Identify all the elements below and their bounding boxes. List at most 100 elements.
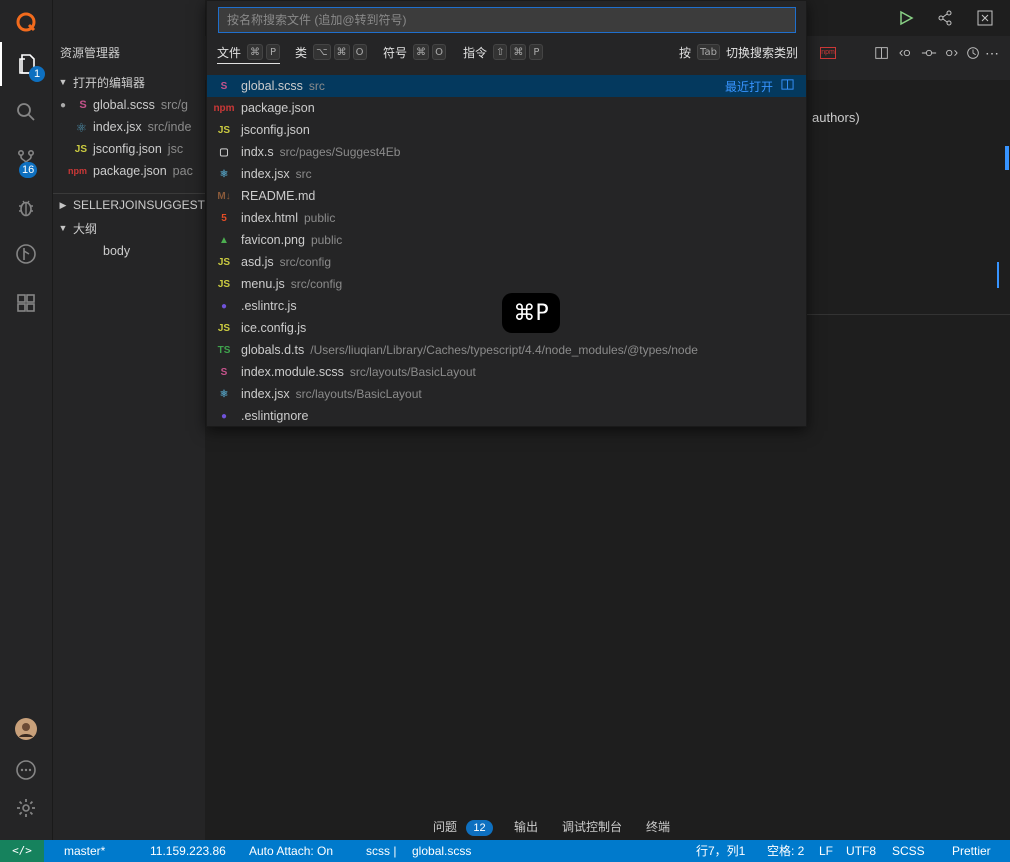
open-editor-item[interactable]: npm package.json pac [53,160,205,182]
key-cap: Tab [697,44,720,60]
npm-icon: npm [820,47,836,59]
result-desc: public [310,233,343,247]
extensions-icon[interactable] [0,281,52,325]
result-row[interactable]: M↓ README.md [207,185,806,207]
image-icon: ▲ [219,234,229,246]
filter-classes[interactable]: 类 ⌥ ⌘ O [295,41,367,63]
result-row[interactable]: TS globals.d.ts/Users/liuqian/Library/Cac… [207,339,806,361]
result-name: index.jsx [241,387,290,401]
commit-icon[interactable] [921,45,939,63]
language-indicator[interactable]: SCSS [892,840,925,862]
result-name: index.html [241,211,298,225]
search-icon[interactable] [0,90,52,134]
file-name: jsconfig.json [93,142,162,156]
share-icon[interactable] [936,9,954,27]
file-icon: ▢ [219,146,229,158]
result-row[interactable]: Sindex.module.scss src/layouts/BasicLayou… [207,361,806,383]
project-section[interactable]: ▶ SELLERJOINSUGGEST [53,193,205,216]
result-row[interactable]: JS jsconfig.json [207,119,806,141]
current-file-indicator[interactable]: global.scss [412,840,471,862]
scss-icon: S [220,80,228,92]
outline-section[interactable]: ▼ 大纲 [53,217,205,239]
activity-bar: 1 16 [0,0,53,840]
git-graph-icon[interactable] [0,232,52,276]
file-desc: jsc [167,142,184,156]
timeline-icon[interactable] [965,45,983,63]
filter-files[interactable]: 文件 ⌘ P [217,41,281,64]
js-icon: JS [217,256,231,268]
result-row[interactable]: ⚛ index.jsx src [207,163,806,185]
tab-problems[interactable]: 问题 12 [433,818,493,836]
result-row[interactable]: Sglobal.scss src 最近打开 [207,75,806,97]
explorer-icon[interactable]: 1 [0,42,54,86]
eol-indicator[interactable]: LF [819,840,833,862]
key-cap: O [352,44,367,60]
editor-text-fragment: authors) [812,110,860,125]
filter-label: 类 [295,45,308,60]
result-desc: src/config [279,255,332,269]
filter-commands[interactable]: 指令 ⇧ ⌘ P [463,41,544,63]
result-name: globals.d.ts [241,343,305,357]
quick-open-panel: 文件 ⌘ P 类 ⌥ ⌘ O 符号 ⌘ O 指令 ⇧ ⌘ P 按 Tab 切换搜… [206,0,807,427]
result-row[interactable]: ● .eslintignore [207,405,806,427]
key-cap: P [529,44,544,60]
result-name: ice.config.js [241,321,307,335]
tab-problems-label: 问题 [433,820,458,834]
auto-attach-indicator[interactable]: Auto Attach: On [249,840,333,862]
more-actions-icon[interactable]: ⋯ [985,45,999,62]
settings-gear-icon[interactable] [0,786,52,830]
open-editor-item[interactable]: JS jsconfig.json jsc [53,138,205,160]
app-logo-icon [0,0,52,44]
sidebar: 资源管理器 ▼ 打开的编辑器 ● S global.scss src/g ⚛ i… [53,0,205,840]
formatter-indicator[interactable]: Prettier [952,840,991,862]
result-name: indx.s [241,145,274,159]
close-icon[interactable] [976,9,994,27]
debug-icon[interactable] [0,186,52,230]
tab-debug-console[interactable]: 调试控制台 [562,818,622,835]
shortcut-hint: ⌘P [502,293,560,333]
source-control-icon[interactable]: 16 [0,137,52,181]
file-name: global.scss [93,98,155,112]
result-row[interactable]: ⚛ index.jsx src/layouts/BasicLayout [207,383,806,405]
result-row[interactable]: ▲ favicon.png public [207,229,806,251]
key-cap: ⌘ [247,44,264,60]
quick-open-input[interactable] [218,7,796,33]
scrollbar-marker [997,262,999,288]
react-icon: ⚛ [75,120,87,135]
npm-icon: npm [213,102,235,114]
open-editor-item[interactable]: ⚛ index.jsx src/inde [53,116,205,138]
result-row[interactable]: JS asd.js src/config [207,251,806,273]
result-row[interactable]: ▢ indx.s src/pages/Suggest4Eb [207,141,806,163]
outline-label: 大纲 [73,221,98,236]
tab-output[interactable]: 输出 [514,818,538,835]
tab-hint-prefix: 按 [679,45,692,60]
tab-terminal[interactable]: 终端 [646,818,670,835]
go-forward-icon[interactable] [943,45,961,63]
indentation-indicator[interactable]: 空格: 2 [767,840,804,862]
outline-item-label: body [103,244,131,258]
scss-indicator[interactable]: scss | [366,840,396,862]
result-row[interactable]: npm package.json [207,97,806,119]
open-editors-section[interactable]: ▼ 打开的编辑器 [53,71,205,93]
encoding-indicator[interactable]: UTF8 [846,840,876,862]
run-icon[interactable] [897,9,915,27]
filter-symbols[interactable]: 符号 ⌘ O [383,41,447,63]
cursor-position[interactable]: 行7，列1 [696,840,745,862]
js-icon: JS [217,278,231,290]
split-editor-icon[interactable] [874,45,892,63]
remote-indicator[interactable]: </> [0,840,44,862]
go-back-icon[interactable] [898,45,916,63]
branch-indicator[interactable]: master* [64,840,105,862]
result-desc: src/layouts/BasicLayout [349,365,476,379]
result-row[interactable]: JS menu.js src/config [207,273,806,295]
open-editor-item[interactable]: ● S global.scss src/g [53,94,205,116]
avatar[interactable] [0,707,52,751]
ip-indicator[interactable]: 11.159.223.86 [150,840,226,862]
outline-item[interactable]: body [103,240,205,262]
scss-icon: S [220,366,228,378]
explorer-badge: 1 [29,66,45,82]
result-row[interactable]: 5 index.html public [207,207,806,229]
key-cap: ⌘ [413,44,430,60]
result-name: package.json [241,101,315,115]
open-to-side-icon[interactable] [781,78,794,94]
